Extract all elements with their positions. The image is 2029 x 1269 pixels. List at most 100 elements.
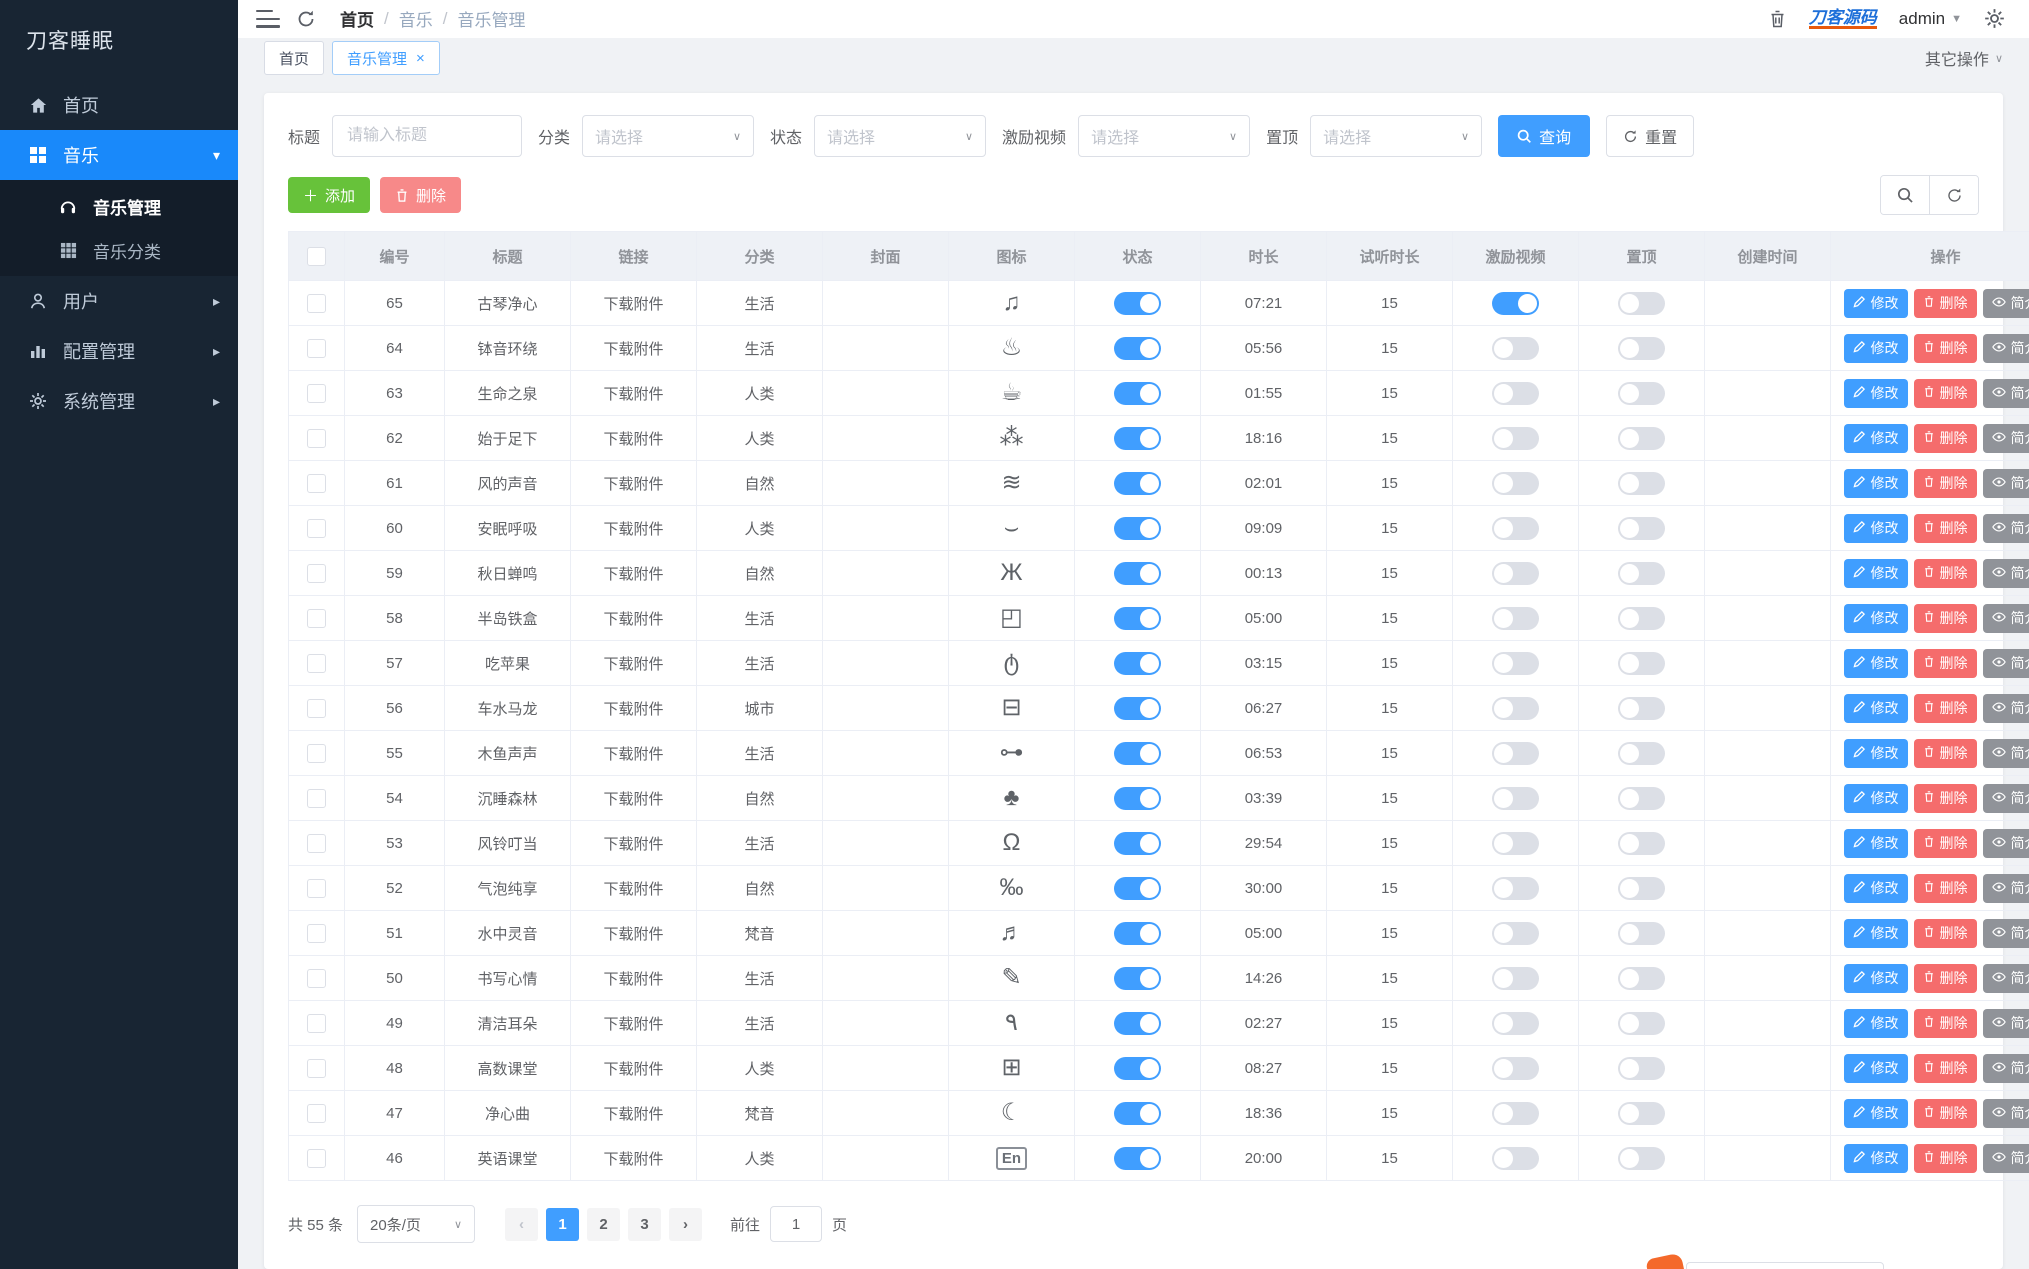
reward-video-toggle[interactable] <box>1492 426 1539 450</box>
view-button[interactable]: 简介 <box>1982 828 2029 858</box>
status-toggle[interactable] <box>1114 921 1161 945</box>
top-toggle[interactable] <box>1618 831 1665 855</box>
status-toggle[interactable] <box>1114 876 1161 900</box>
reward-video-toggle[interactable] <box>1492 651 1539 675</box>
user-menu[interactable]: admin ▼ <box>1899 9 1962 29</box>
row-checkbox[interactable] <box>307 1103 326 1123</box>
view-button[interactable]: 简介 <box>1982 1053 2029 1083</box>
download-attachment-link[interactable]: 下载附件 <box>603 566 663 583</box>
breadcrumb-home[interactable]: 首页 <box>340 6 374 31</box>
trash-icon[interactable] <box>1768 9 1787 29</box>
download-attachment-link[interactable]: 下载附件 <box>603 656 663 673</box>
chat-widget[interactable] <box>1645 1252 1884 1269</box>
view-button[interactable]: 简介 <box>1982 783 2029 813</box>
row-checkbox[interactable] <box>307 653 326 673</box>
delete-button[interactable]: 删除 <box>1913 648 1977 678</box>
reward-video-toggle[interactable] <box>1492 606 1539 630</box>
status-toggle[interactable] <box>1114 291 1161 315</box>
row-checkbox[interactable] <box>307 743 326 763</box>
goto-page-input[interactable] <box>770 1206 823 1242</box>
status-toggle[interactable] <box>1114 651 1161 675</box>
delete-button[interactable]: 删除 <box>1913 1098 1977 1128</box>
row-checkbox[interactable] <box>307 1058 326 1078</box>
status-toggle[interactable] <box>1114 1056 1161 1080</box>
top-toggle[interactable] <box>1618 561 1665 585</box>
edit-button[interactable]: 修改 <box>1843 648 1908 678</box>
edit-button[interactable]: 修改 <box>1843 693 1908 723</box>
sidebar-item-home[interactable]: 首页 <box>0 80 238 130</box>
row-checkbox[interactable] <box>307 968 326 988</box>
delete-button[interactable]: 删除 <box>1913 378 1977 408</box>
view-button[interactable]: 简介 <box>1982 333 2029 363</box>
edit-button[interactable]: 修改 <box>1843 1008 1908 1038</box>
reward-video-toggle[interactable] <box>1492 921 1539 945</box>
status-toggle[interactable] <box>1114 741 1161 765</box>
view-button[interactable]: 简介 <box>1982 738 2029 768</box>
reward-video-toggle[interactable] <box>1492 1011 1539 1035</box>
top-toggle[interactable] <box>1618 426 1665 450</box>
top-toggle[interactable] <box>1618 921 1665 945</box>
delete-button[interactable]: 删除 <box>1913 1008 1977 1038</box>
view-button[interactable]: 简介 <box>1982 873 2029 903</box>
view-button[interactable]: 简介 <box>1982 468 2029 498</box>
download-attachment-link[interactable]: 下载附件 <box>603 836 663 853</box>
download-attachment-link[interactable]: 下载附件 <box>603 881 663 898</box>
status-toggle[interactable] <box>1114 966 1161 990</box>
edit-button[interactable]: 修改 <box>1843 423 1908 453</box>
row-checkbox[interactable] <box>307 923 326 943</box>
view-button[interactable]: 简介 <box>1982 648 2029 678</box>
row-checkbox[interactable] <box>307 338 326 358</box>
view-button[interactable]: 简介 <box>1982 513 2029 543</box>
reward-video-toggle[interactable] <box>1492 516 1539 540</box>
collapse-sidebar-icon[interactable] <box>256 9 280 28</box>
reward-video-toggle[interactable] <box>1492 381 1539 405</box>
tab-音乐管理[interactable]: 音乐管理 × <box>332 41 440 76</box>
view-button[interactable]: 简介 <box>1982 1008 2029 1038</box>
refresh-icon[interactable] <box>296 9 316 29</box>
row-checkbox[interactable] <box>307 383 326 403</box>
top-toggle[interactable] <box>1618 291 1665 315</box>
download-attachment-link[interactable]: 下载附件 <box>603 296 663 313</box>
reward-video-toggle[interactable] <box>1492 1146 1539 1170</box>
edit-button[interactable]: 修改 <box>1843 963 1908 993</box>
reset-button[interactable]: 重置 <box>1606 115 1695 157</box>
status-toggle[interactable] <box>1114 1011 1161 1035</box>
row-checkbox[interactable] <box>307 473 326 493</box>
edit-button[interactable]: 修改 <box>1843 918 1908 948</box>
refresh-table-icon[interactable] <box>1929 176 1978 214</box>
view-button[interactable]: 简介 <box>1982 378 2029 408</box>
row-checkbox[interactable] <box>307 698 326 718</box>
reward-video-toggle[interactable] <box>1492 561 1539 585</box>
filter-select-3[interactable]: 请选择 ∨ <box>1310 115 1483 157</box>
status-toggle[interactable] <box>1114 471 1161 495</box>
download-attachment-link[interactable]: 下载附件 <box>603 1106 663 1123</box>
bulk-delete-button[interactable]: 删除 <box>380 177 462 213</box>
reward-video-toggle[interactable] <box>1492 1056 1539 1080</box>
settings-gear-icon[interactable] <box>1984 8 2005 29</box>
download-attachment-link[interactable]: 下载附件 <box>603 1061 663 1078</box>
select-all-checkbox[interactable] <box>307 246 326 266</box>
row-checkbox[interactable] <box>307 1148 326 1168</box>
top-toggle[interactable] <box>1618 516 1665 540</box>
status-toggle[interactable] <box>1114 336 1161 360</box>
status-toggle[interactable] <box>1114 696 1161 720</box>
download-attachment-link[interactable]: 下载附件 <box>603 521 663 538</box>
row-checkbox[interactable] <box>307 788 326 808</box>
view-button[interactable]: 简介 <box>1982 603 2029 633</box>
download-attachment-link[interactable]: 下载附件 <box>603 1016 663 1033</box>
view-button[interactable]: 简介 <box>1982 693 2029 723</box>
reward-video-toggle[interactable] <box>1492 966 1539 990</box>
sidebar-item-system[interactable]: 系统管理 ▸ <box>0 376 238 426</box>
edit-button[interactable]: 修改 <box>1843 1143 1908 1173</box>
reward-video-toggle[interactable] <box>1492 876 1539 900</box>
download-attachment-link[interactable]: 下载附件 <box>603 476 663 493</box>
edit-button[interactable]: 修改 <box>1843 333 1908 363</box>
reward-video-toggle[interactable] <box>1492 741 1539 765</box>
download-attachment-link[interactable]: 下载附件 <box>603 926 663 943</box>
delete-button[interactable]: 删除 <box>1913 1053 1977 1083</box>
delete-button[interactable]: 删除 <box>1913 828 1977 858</box>
edit-button[interactable]: 修改 <box>1843 828 1908 858</box>
filter-select-2[interactable]: 请选择 ∨ <box>1078 115 1251 157</box>
edit-button[interactable]: 修改 <box>1843 1053 1908 1083</box>
top-toggle[interactable] <box>1618 651 1665 675</box>
